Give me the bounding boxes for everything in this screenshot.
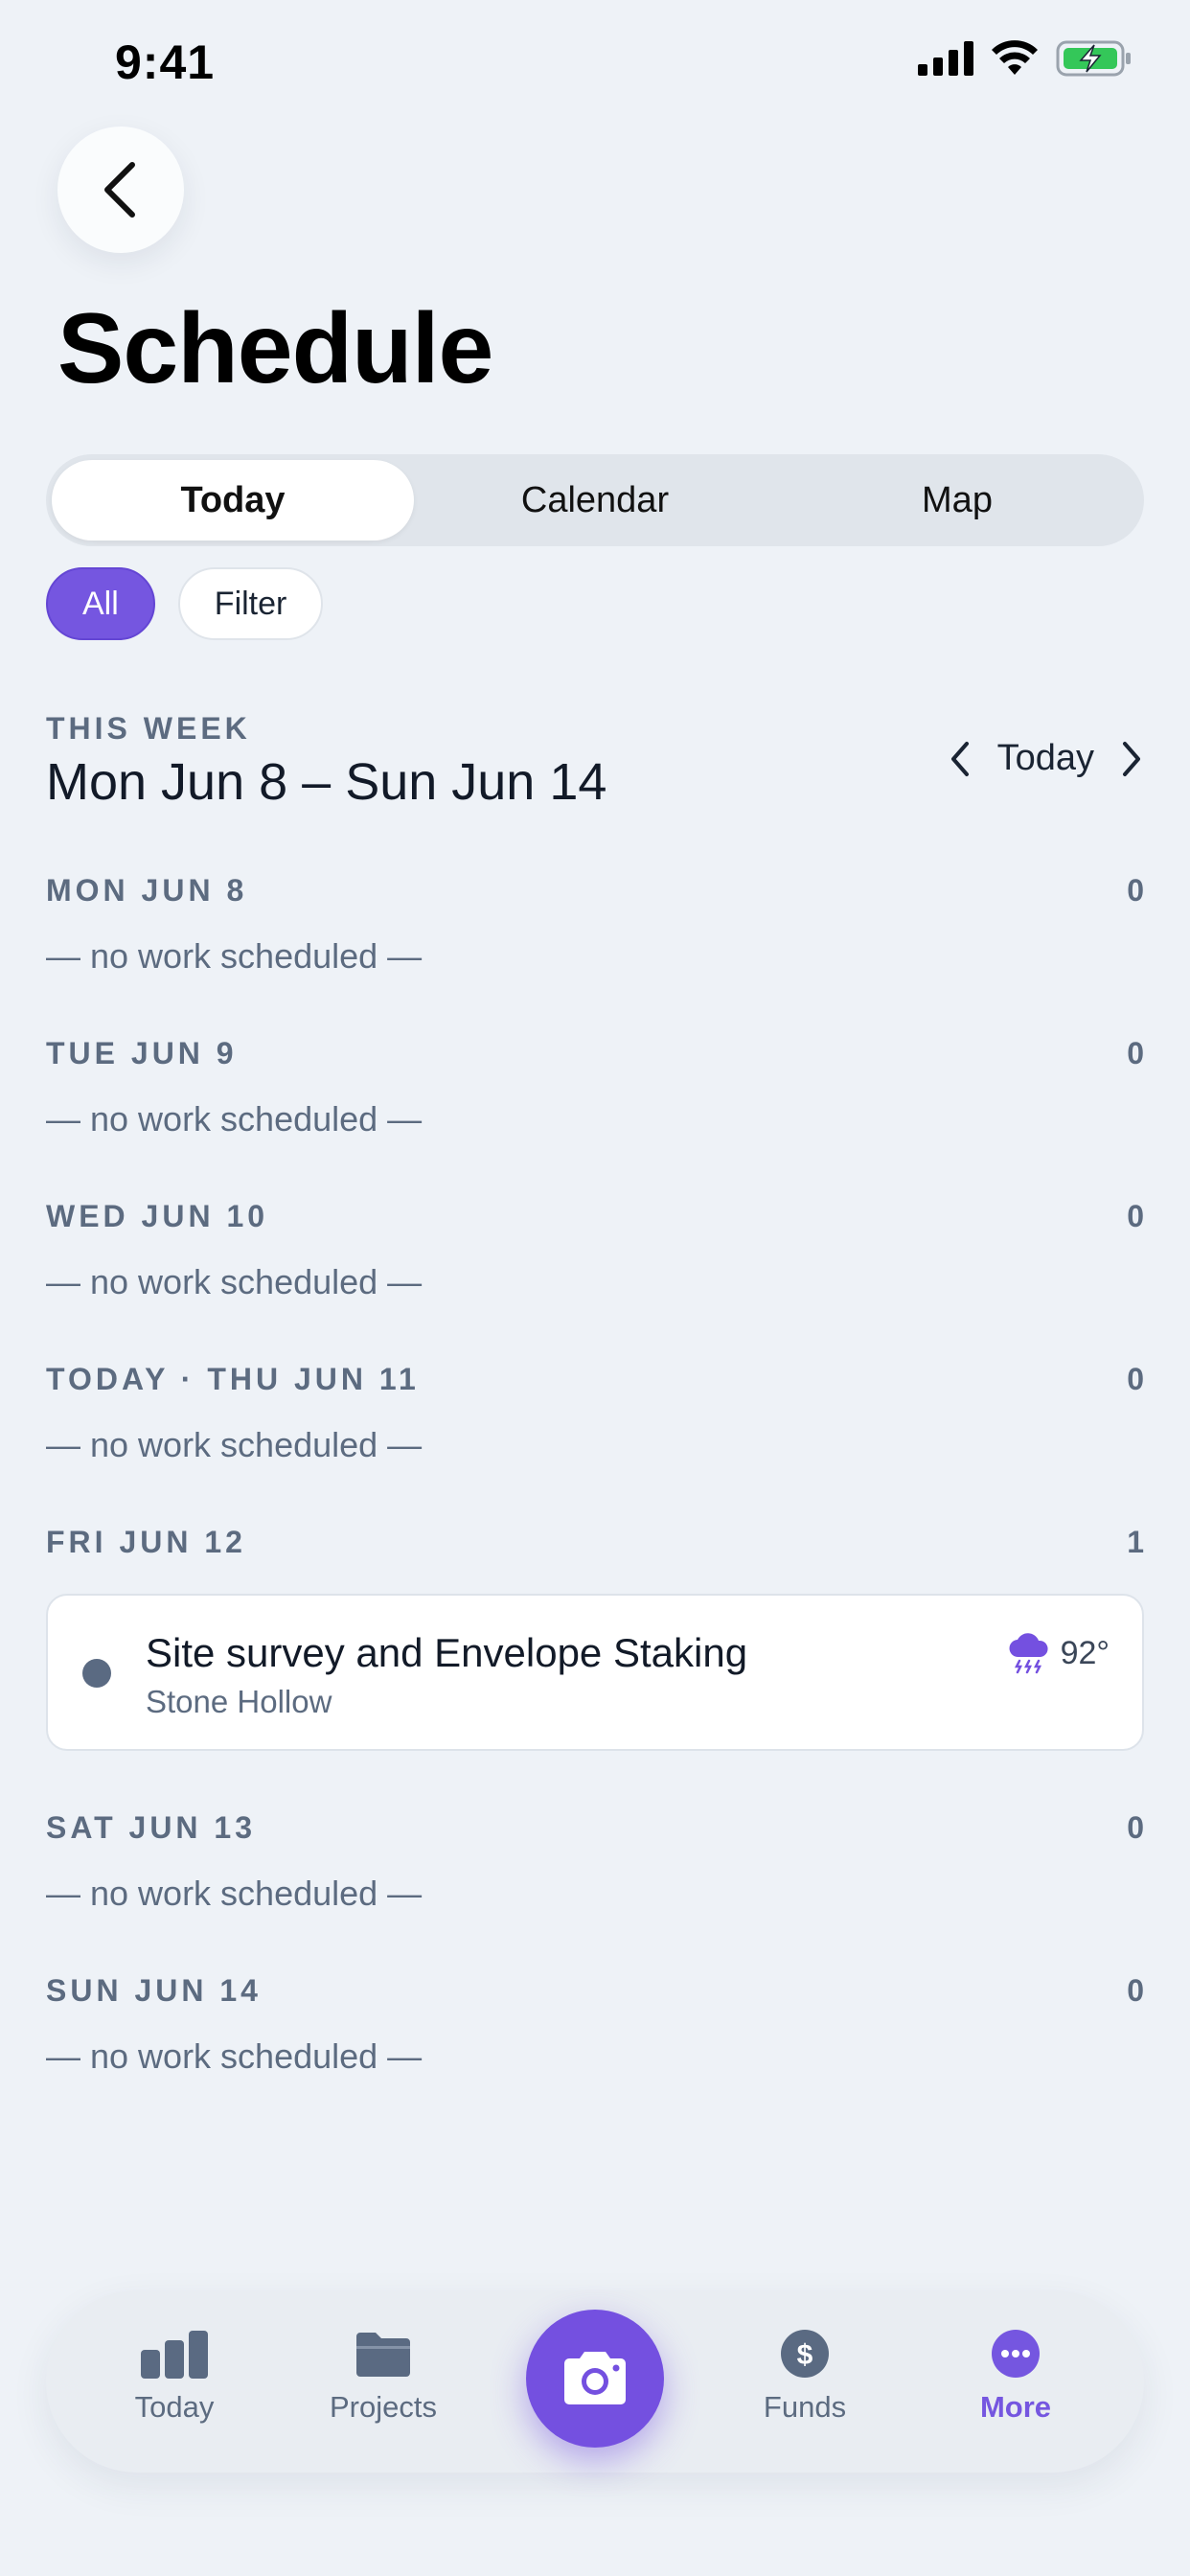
thunderstorm-icon	[1009, 1633, 1048, 1674]
day-count: 0	[1127, 1035, 1144, 1070]
tab-more[interactable]: More	[929, 2329, 1102, 2425]
view-segmented-control: Today Calendar Map	[46, 454, 1144, 546]
day-name: FRI JUN 12	[46, 1524, 246, 1559]
tab-funds[interactable]: $ Funds	[719, 2329, 891, 2425]
day-header: TODAY · THU JUN 11 0	[46, 1356, 1144, 1402]
week-range: Mon Jun 8 – Sun Jun 14	[46, 753, 607, 811]
battery-charging-icon	[1056, 40, 1131, 77]
status-icons	[918, 40, 1133, 77]
day-header: TUE JUN 9 0	[46, 1030, 1144, 1076]
more-icon	[992, 2330, 1040, 2378]
task-temperature: 92°	[1060, 1634, 1110, 1671]
segment-calendar[interactable]: Calendar	[414, 460, 776, 540]
day-name: TUE JUN 9	[46, 1035, 238, 1070]
day-section: MON JUN 8 0 — no work scheduled —	[46, 867, 1144, 977]
week-navigation: Today	[948, 738, 1144, 779]
previous-week-button[interactable]	[948, 740, 973, 778]
empty-day-text: — no work scheduled —	[46, 2036, 423, 2076]
day-header: FRI JUN 12 1	[46, 1519, 1144, 1565]
empty-day-text: — no work scheduled —	[46, 1874, 423, 1913]
day-count: 1	[1127, 1524, 1144, 1559]
back-button[interactable]	[57, 126, 184, 253]
day-name: TODAY · THU JUN 11	[46, 1361, 420, 1396]
day-section: SUN JUN 14 0 — no work scheduled —	[46, 1967, 1144, 2077]
schedule-screen: 9:41 Schedule Today Calendar Map All Fil…	[0, 0, 1190, 2576]
folder-icon	[356, 2333, 410, 2377]
day-header: WED JUN 10 0	[46, 1193, 1144, 1239]
bar-chart-icon	[141, 2331, 208, 2379]
task-weather: 92°	[1007, 1632, 1110, 1674]
chip-filter[interactable]: Filter	[177, 567, 324, 640]
tab-label: Today	[134, 2390, 215, 2424]
day-name: WED JUN 10	[46, 1198, 269, 1233]
camera-button[interactable]	[526, 2310, 664, 2448]
status-bar: 9:41	[0, 0, 1190, 125]
day-name: MON JUN 8	[46, 872, 248, 908]
empty-day-text: — no work scheduled —	[46, 1262, 423, 1301]
day-count: 0	[1127, 872, 1144, 908]
tab-label: More	[979, 2390, 1052, 2424]
day-count: 0	[1127, 1972, 1144, 2008]
camera-icon	[564, 2352, 626, 2404]
filter-chips: All Filter	[46, 567, 324, 640]
day-section: FRI JUN 12 1 Site survey and Envelope St…	[46, 1519, 1144, 1751]
svg-text:$: $	[797, 2339, 813, 2371]
task-title: Site survey and Envelope Staking	[146, 1630, 748, 1675]
chip-all[interactable]: All	[46, 567, 155, 640]
jump-to-today-button[interactable]: Today	[997, 738, 1094, 779]
next-week-button[interactable]	[1119, 740, 1144, 778]
task-project: Stone Hollow	[146, 1684, 332, 1719]
day-header: SUN JUN 14 0	[46, 1967, 1144, 2013]
day-list: MON JUN 8 0 — no work scheduled — TUE JU…	[46, 867, 1144, 2130]
empty-day-text: — no work scheduled —	[46, 1099, 423, 1138]
bottom-tab-bar: Today Projects $ Funds More	[46, 2290, 1144, 2472]
empty-day-text: — no work scheduled —	[46, 1425, 423, 1464]
empty-day-text: — no work scheduled —	[46, 936, 423, 976]
day-name: SUN JUN 14	[46, 1972, 262, 2008]
segment-today[interactable]: Today	[52, 460, 414, 540]
tab-label: Projects	[330, 2390, 437, 2424]
day-count: 0	[1127, 1361, 1144, 1396]
day-section: WED JUN 10 0 — no work scheduled —	[46, 1193, 1144, 1302]
task-card[interactable]: Site survey and Envelope Staking Stone H…	[46, 1594, 1144, 1751]
tab-today[interactable]: Today	[88, 2329, 261, 2425]
day-count: 0	[1127, 1809, 1144, 1845]
day-name: SAT JUN 13	[46, 1809, 257, 1845]
tab-projects[interactable]: Projects	[297, 2329, 469, 2425]
status-time: 9:41	[115, 35, 216, 89]
segment-map[interactable]: Map	[776, 460, 1138, 540]
wifi-icon	[992, 40, 1038, 75]
chevron-left-icon	[104, 162, 135, 218]
week-label: THIS WEEK	[46, 711, 251, 746]
tab-label: Funds	[763, 2390, 847, 2424]
day-section-today: TODAY · THU JUN 11 0 — no work scheduled…	[46, 1356, 1144, 1465]
dollar-icon: $	[781, 2330, 829, 2378]
day-count: 0	[1127, 1198, 1144, 1233]
day-header: MON JUN 8 0	[46, 867, 1144, 913]
day-section: SAT JUN 13 0 — no work scheduled —	[46, 1805, 1144, 1914]
day-header: SAT JUN 13 0	[46, 1805, 1144, 1851]
signal-icon	[918, 41, 973, 76]
page-title: Schedule	[57, 293, 493, 404]
day-section: TUE JUN 9 0 — no work scheduled —	[46, 1030, 1144, 1139]
task-status-dot	[82, 1659, 111, 1688]
